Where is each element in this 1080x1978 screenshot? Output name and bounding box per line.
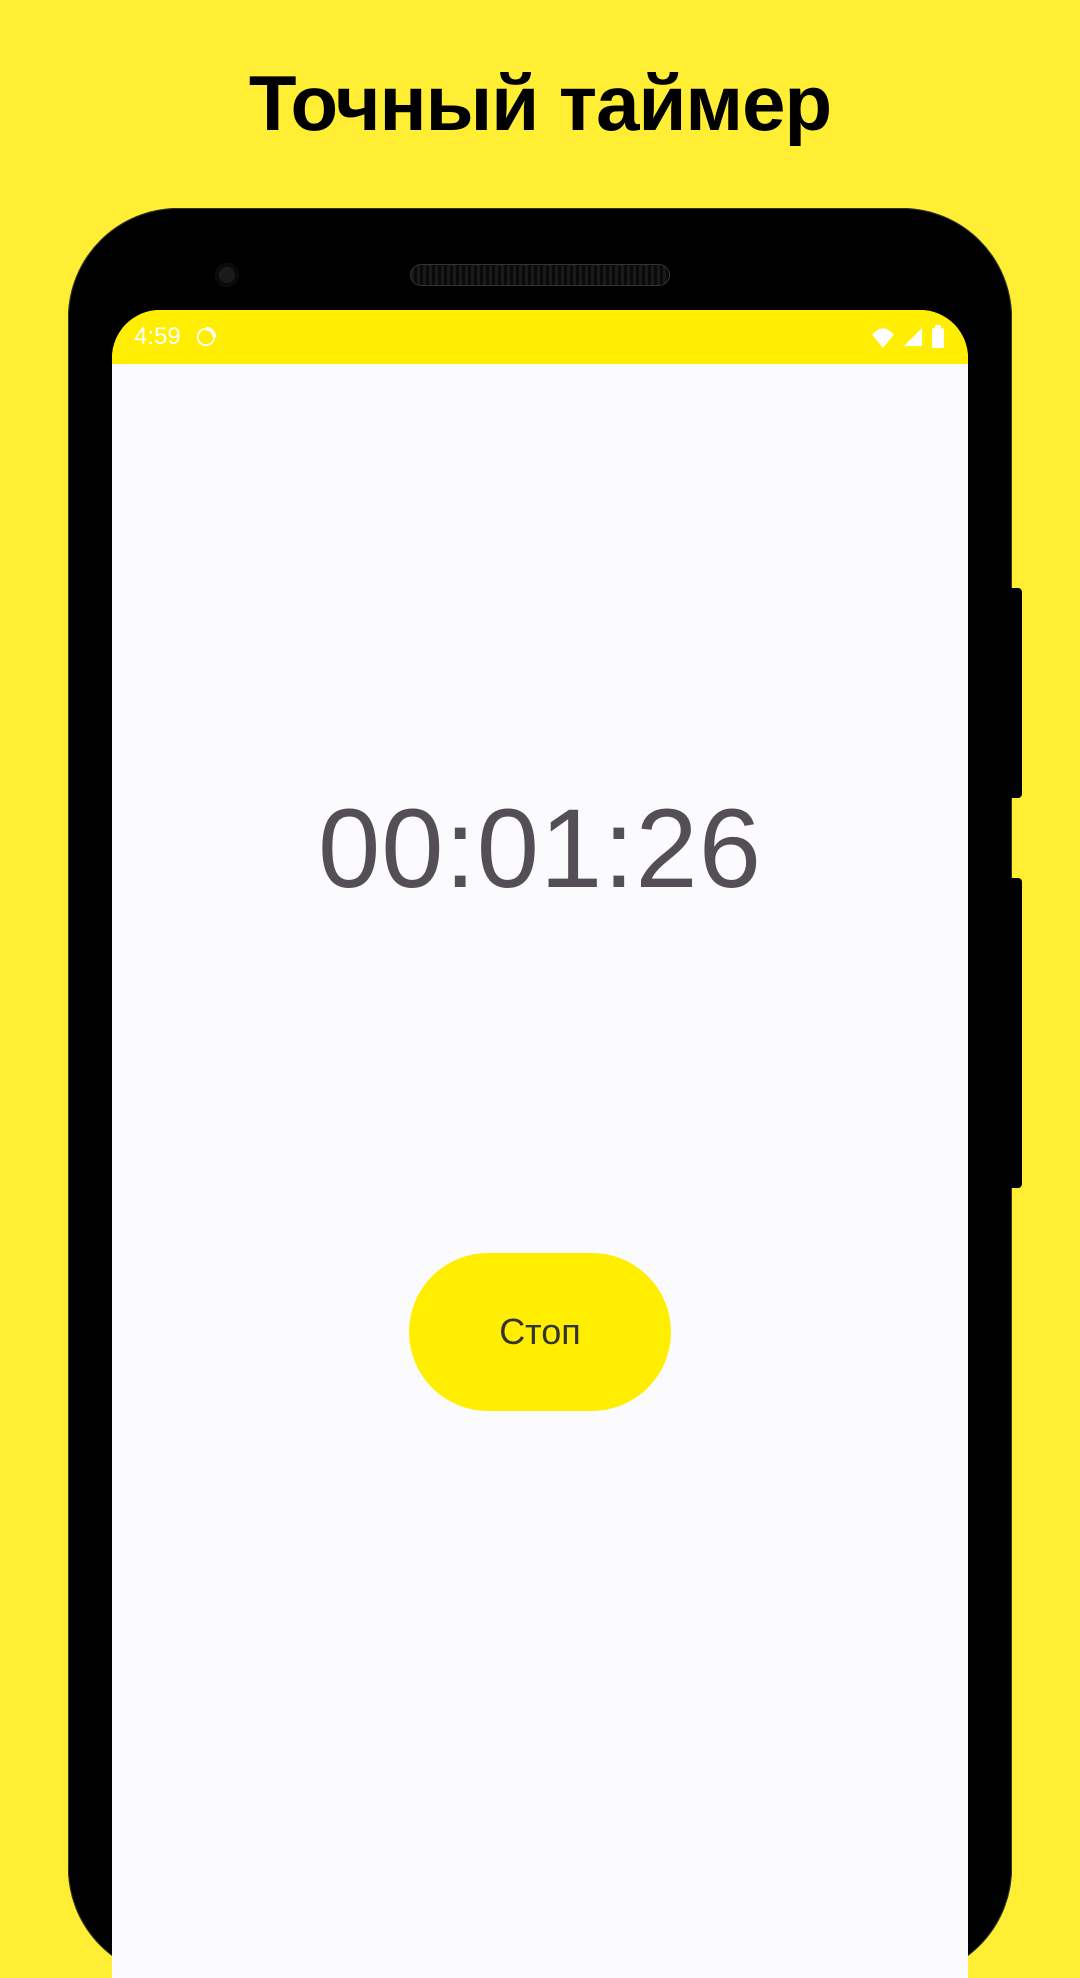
wifi-icon bbox=[870, 326, 896, 348]
cell-signal-icon bbox=[902, 326, 924, 348]
phone-frame: 4:59 00:0 bbox=[68, 208, 1012, 1978]
status-bar-right bbox=[870, 325, 946, 349]
page-title: Точный таймер bbox=[0, 0, 1080, 149]
side-button-volume bbox=[1008, 878, 1022, 1188]
status-time: 4:59 bbox=[134, 323, 181, 351]
screen: 4:59 00:0 bbox=[112, 310, 968, 1978]
timer-display: 00:01:26 bbox=[318, 784, 762, 913]
status-bar-left: 4:59 bbox=[134, 323, 217, 351]
stop-button-label: Стоп bbox=[499, 1311, 581, 1353]
stop-button[interactable]: Стоп bbox=[409, 1253, 671, 1411]
battery-icon bbox=[930, 325, 946, 349]
camera-dot bbox=[215, 263, 239, 287]
side-button-power bbox=[1008, 588, 1022, 798]
timer-icon bbox=[195, 326, 217, 348]
status-bar: 4:59 bbox=[112, 310, 968, 364]
app-body: 00:01:26 Стоп bbox=[112, 364, 968, 1978]
speaker-grill bbox=[410, 264, 670, 286]
